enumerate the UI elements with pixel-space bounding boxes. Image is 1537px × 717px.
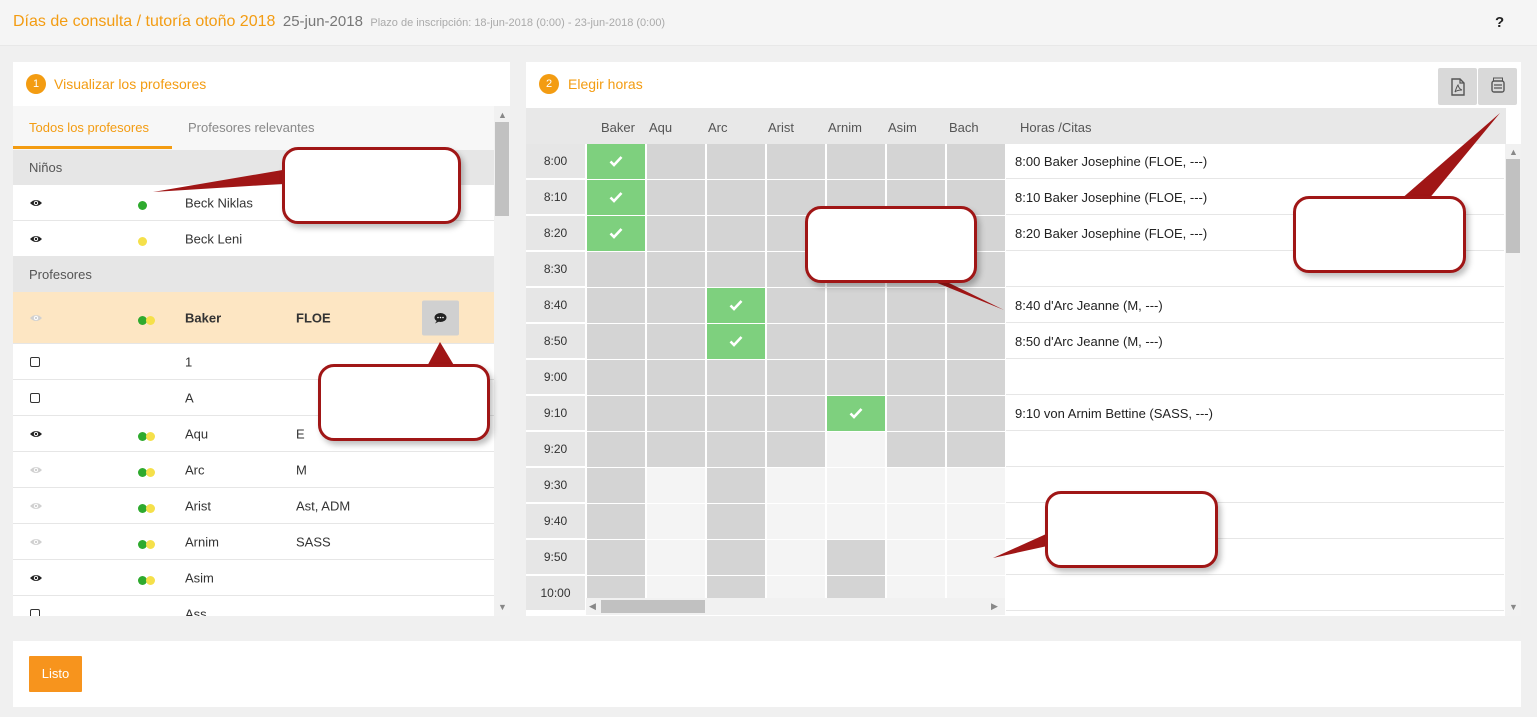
done-button[interactable]: Listo (29, 656, 82, 692)
callout-bubble (805, 206, 977, 283)
callout-bubble (318, 364, 490, 441)
callout-pointers (153, 113, 1500, 558)
callout-bubble (1293, 196, 1466, 273)
footer-bar: Listo (13, 641, 1521, 707)
callout-bubble (1045, 491, 1218, 568)
callout-bubble (282, 147, 461, 224)
